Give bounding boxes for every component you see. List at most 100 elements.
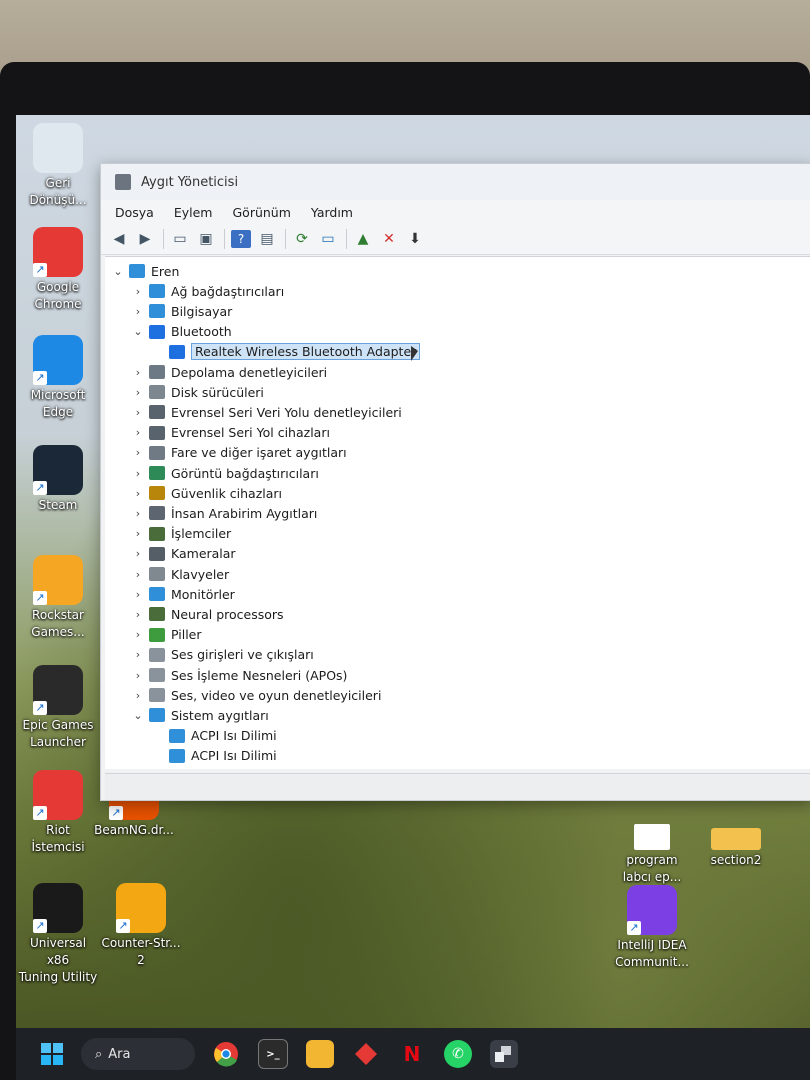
tree-item[interactable]: › Evrensel Seri Veri Yolu denetleyicileri	[131, 402, 402, 422]
tree-item[interactable]: › Güvenlik cihazları	[131, 483, 282, 503]
tree-item[interactable]: › Kameralar	[131, 544, 236, 564]
chevron-right-icon[interactable]: ›	[131, 527, 145, 540]
desktop-shortcut[interactable]: ↗ Rockstar Games...	[18, 555, 98, 641]
tree-item[interactable]: › Ses İşleme Nesneleri (APOs)	[131, 665, 348, 685]
tree-item[interactable]: › Fare ve diğer işaret aygıtları	[131, 443, 347, 463]
chevron-right-icon[interactable]: ›	[131, 366, 145, 379]
forward-arrow-icon[interactable]: ▶	[135, 230, 155, 248]
console-tree-icon[interactable]: ▤	[257, 230, 277, 248]
desktop-shortcut[interactable]: ↗ Google Chrome	[18, 227, 98, 313]
title-bar[interactable]: Aygıt Yöneticisi	[101, 164, 810, 200]
chrome-icon[interactable]	[212, 1040, 240, 1068]
desktop-shortcut-label: section2	[710, 853, 762, 867]
menu-eylem[interactable]: Eylem	[174, 205, 213, 220]
toolbar: ◀ ▶ ▭ ▣ ? ▤ ⟳ ▭ ▲ ✕ ⬇	[101, 224, 810, 255]
help-icon[interactable]: ?	[231, 230, 251, 248]
chrome-icon: ↗	[33, 227, 83, 277]
tree-item[interactable]: ⌄ Sistem aygıtları	[131, 705, 268, 725]
chevron-right-icon[interactable]: ›	[131, 608, 145, 621]
desktop-shortcut[interactable]: ↗ Counter-Str... 2	[101, 883, 181, 969]
chevron-right-icon[interactable]: ›	[131, 628, 145, 641]
device-manager-icon[interactable]	[490, 1040, 518, 1068]
shortcut-arrow-icon: ↗	[33, 919, 47, 933]
hid-icon	[149, 506, 165, 521]
tree-item-label: Ses girişleri ve çıkışları	[171, 647, 314, 663]
desktop-shortcut[interactable]: ↗ Epic Games Launcher	[18, 665, 98, 751]
tree-item[interactable]: › Piller	[131, 625, 202, 645]
tree-item[interactable]: › Monitörler	[131, 584, 235, 604]
scan-icon[interactable]: ⟳	[292, 230, 312, 248]
add-driver-icon[interactable]: ▲	[353, 230, 373, 248]
chevron-right-icon[interactable]: ›	[131, 547, 145, 560]
tree-item[interactable]: › Bilgisayar	[131, 301, 233, 321]
chevron-right-icon[interactable]: ›	[131, 426, 145, 439]
chevron-right-icon[interactable]: ›	[131, 467, 145, 480]
display-adapter-icon	[149, 466, 165, 480]
tree-item[interactable]: › Neural processors	[131, 604, 284, 624]
chevron-right-icon[interactable]: ›	[131, 446, 145, 459]
tree-item[interactable]: › İnsan Arabirim Aygıtları	[131, 503, 318, 523]
desktop-shortcut-label: BeamNG.dr...	[94, 823, 174, 837]
desktop-shortcut[interactable]: ↗ Riot İstemcisi	[18, 770, 98, 856]
camera-icon	[149, 546, 165, 561]
desktop-shortcut[interactable]: Geri Dönüşü...	[18, 123, 98, 209]
tree-item[interactable]: ⌄ Bluetooth	[131, 322, 231, 342]
tree-item[interactable]: ACPI Isı Dilimi	[151, 766, 277, 770]
tree-item[interactable]: ACPI Isı Dilimi	[151, 746, 277, 766]
tree-root[interactable]: ⌄ Eren	[111, 261, 179, 281]
chevron-right-icon[interactable]: ›	[131, 507, 145, 520]
tree-item[interactable]: › Disk sürücüleri	[131, 382, 264, 402]
taskbar-search[interactable]: ⌕ Ara	[81, 1038, 195, 1070]
chevron-right-icon[interactable]: ›	[131, 386, 145, 399]
desktop-shortcut[interactable]: ↗ Microsoft Edge	[18, 335, 98, 421]
menu-dosya[interactable]: Dosya	[115, 205, 154, 220]
red-diamond-app-icon[interactable]	[352, 1040, 380, 1068]
file-explorer-icon[interactable]	[306, 1040, 334, 1068]
uninstall-icon[interactable]: ✕	[379, 230, 399, 248]
tree-item[interactable]: › Evrensel Seri Yol cihazları	[131, 423, 330, 443]
back-arrow-icon[interactable]: ◀	[109, 230, 129, 248]
tree-item[interactable]: ACPI Isı Dilimi	[151, 726, 277, 746]
desktop-shortcut[interactable]: program labcı ep...	[612, 800, 692, 886]
chevron-right-icon[interactable]: ›	[131, 588, 145, 601]
chevron-right-icon[interactable]: ›	[131, 648, 145, 661]
toolbar-separator	[285, 229, 286, 249]
chevron-down-icon[interactable]: ⌄	[131, 709, 145, 722]
chevron-right-icon[interactable]: ›	[131, 689, 145, 702]
netflix-icon[interactable]: N	[398, 1040, 426, 1068]
chevron-right-icon[interactable]: ›	[131, 568, 145, 581]
toolbar-separator	[224, 229, 225, 249]
chevron-down-icon[interactable]: ⌄	[111, 265, 125, 278]
disable-icon[interactable]: ⬇	[405, 230, 425, 248]
show-hide-icon[interactable]: ▣	[196, 230, 216, 248]
desktop-shortcut[interactable]: ↗ Steam	[18, 445, 98, 514]
chevron-right-icon[interactable]: ›	[131, 305, 145, 318]
desktop-shortcut[interactable]: ↗ IntelliJ IDEA Communit...	[612, 885, 692, 971]
tree-item[interactable]: › Depolama denetleyicileri	[131, 362, 327, 382]
start-icon[interactable]	[38, 1040, 66, 1068]
tree-item[interactable]: › İşlemciler	[131, 524, 231, 544]
tree-item[interactable]: › Klavyeler	[131, 564, 229, 584]
whatsapp-icon[interactable]: ✆	[444, 1040, 472, 1068]
monitor-icon[interactable]: ▭	[318, 230, 338, 248]
chevron-right-icon[interactable]: ›	[131, 669, 145, 682]
chevron-right-icon[interactable]: ›	[131, 285, 145, 298]
device-manager-window: Aygıt Yöneticisi Dosya Eylem Görünüm Yar…	[100, 163, 810, 801]
terminal-icon[interactable]: >_	[258, 1039, 288, 1069]
desktop-shortcut[interactable]: ↗ Universal x86 Tuning Utility	[18, 883, 98, 986]
properties-icon[interactable]: ▭	[170, 230, 190, 248]
tree-item-label: Klavyeler	[171, 566, 230, 582]
tree-item-label: İnsan Arabirim Aygıtları	[171, 505, 318, 521]
tree-item[interactable]: › Görüntü bağdaştırıcıları	[131, 463, 319, 483]
chevron-right-icon[interactable]: ›	[131, 487, 145, 500]
tree-item[interactable]: Realtek Wireless Bluetooth Adapter	[151, 342, 421, 362]
security-key-icon	[149, 486, 165, 501]
menu-gorunum[interactable]: Görünüm	[232, 205, 290, 220]
chevron-down-icon[interactable]: ⌄	[131, 325, 145, 338]
tree-item[interactable]: › Ses, video ve oyun denetleyicileri	[131, 685, 382, 705]
desktop-shortcut[interactable]: section2	[696, 800, 776, 869]
chevron-right-icon[interactable]: ›	[131, 406, 145, 419]
tree-item[interactable]: › Ağ bağdaştırıcıları	[131, 281, 284, 301]
tree-item[interactable]: › Ses girişleri ve çıkışları	[131, 645, 314, 665]
menu-yardim[interactable]: Yardım	[311, 205, 353, 220]
